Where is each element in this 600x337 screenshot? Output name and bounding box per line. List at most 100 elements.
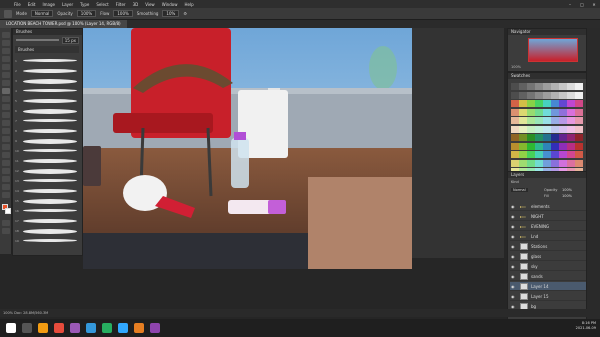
color-swatch[interactable]: [511, 91, 519, 99]
color-swatch[interactable]: [519, 134, 527, 141]
color-swatch[interactable]: [551, 142, 559, 150]
color-swatch[interactable]: [575, 159, 583, 167]
app-icon[interactable]: [70, 323, 80, 333]
color-swatch[interactable]: [519, 159, 527, 167]
gear-icon[interactable]: ⚙: [183, 11, 187, 16]
brush-preset[interactable]: 1: [15, 57, 79, 67]
lasso-tool-icon[interactable]: [2, 48, 10, 54]
eraser-tool-icon[interactable]: [2, 112, 10, 118]
color-swatch[interactable]: [519, 108, 527, 116]
layer-row[interactable]: ◉ Stations: [510, 242, 586, 251]
color-swatch[interactable]: [511, 83, 519, 90]
color-swatch[interactable]: [519, 83, 527, 90]
layer-row[interactable]: ◉ ▸▭ Lnd: [510, 232, 586, 241]
gradient-tool-icon[interactable]: [2, 120, 10, 126]
color-swatch[interactable]: [559, 125, 567, 133]
browser-icon[interactable]: [86, 323, 96, 333]
color-swatch[interactable]: [543, 117, 551, 124]
color-swatch[interactable]: [551, 108, 559, 116]
color-swatch[interactable]: [575, 108, 583, 116]
eyedropper-tool-icon[interactable]: [2, 72, 10, 78]
color-swatch[interactable]: [551, 151, 559, 158]
mode-select[interactable]: Normal: [30, 10, 54, 17]
brush-preset[interactable]: 6: [15, 107, 79, 117]
smoothing-field[interactable]: 10%: [162, 10, 180, 17]
file-explorer-icon[interactable]: [38, 323, 48, 333]
healing-tool-icon[interactable]: [2, 80, 10, 86]
color-swatch[interactable]: [559, 100, 567, 107]
color-swatch[interactable]: [511, 134, 519, 141]
brush-size-field[interactable]: 15 px: [61, 36, 79, 44]
color-swatch[interactable]: [567, 151, 575, 158]
zoom-tool-icon[interactable]: [2, 184, 10, 190]
brush-preset[interactable]: 11: [15, 157, 79, 167]
color-swatch[interactable]: [519, 117, 527, 124]
screen-mode-icon[interactable]: [2, 228, 10, 234]
brush-preset[interactable]: 15: [15, 197, 79, 207]
color-swatch[interactable]: [543, 91, 551, 99]
app-icon[interactable]: [54, 323, 64, 333]
color-swatch[interactable]: [559, 134, 567, 141]
color-swatch[interactable]: [527, 159, 535, 167]
color-swatch[interactable]: [575, 91, 583, 99]
color-swatch[interactable]: [559, 117, 567, 124]
menu-image[interactable]: Image: [42, 2, 55, 7]
color-swatch[interactable]: [535, 142, 543, 150]
color-swatch[interactable]: [551, 83, 559, 90]
close-button[interactable]: ✕: [588, 2, 600, 7]
color-swatch[interactable]: [559, 159, 567, 167]
brush-preset[interactable]: 14: [15, 187, 79, 197]
brush-preset[interactable]: 13: [15, 177, 79, 187]
brush-preset[interactable]: 17: [15, 217, 79, 227]
visibility-eye-icon[interactable]: ◉: [511, 232, 517, 241]
folder-icon[interactable]: ▸▭: [520, 212, 526, 221]
color-swatch[interactable]: [567, 142, 575, 150]
layer-row[interactable]: ◉ ▸▭ elements: [510, 202, 586, 211]
layer-row[interactable]: ◉ Layer 14: [510, 282, 586, 291]
layer-row[interactable]: ◉ ▸▭ EVENING: [510, 222, 586, 231]
color-swatch[interactable]: [543, 142, 551, 150]
layer-row[interactable]: ◉ ▸▭ NIGHT: [510, 212, 586, 221]
crop-tool-icon[interactable]: [2, 64, 10, 70]
blur-tool-icon[interactable]: [2, 128, 10, 134]
color-swatch[interactable]: [527, 100, 535, 107]
brush-preset[interactable]: 5: [15, 97, 79, 107]
color-swatch[interactable]: [535, 151, 543, 158]
pen-tool-icon[interactable]: [2, 144, 10, 150]
layers-fill-field[interactable]: 100%: [562, 194, 572, 198]
visibility-eye-icon[interactable]: ◉: [511, 252, 517, 261]
brush-size-slider[interactable]: [16, 39, 59, 41]
start-button[interactable]: [6, 323, 16, 333]
color-swatch[interactable]: [543, 134, 551, 141]
brush-preset[interactable]: 18: [15, 227, 79, 237]
color-swatch[interactable]: [567, 108, 575, 116]
opacity-field[interactable]: 100%: [76, 10, 97, 17]
menu-select[interactable]: Select: [96, 2, 108, 7]
color-swatch[interactable]: [551, 159, 559, 167]
visibility-eye-icon[interactable]: ◉: [511, 262, 517, 271]
hand-tool-icon[interactable]: [2, 176, 10, 182]
color-swatch[interactable]: [567, 125, 575, 133]
menu-layer[interactable]: Layer: [62, 2, 73, 7]
color-swatch[interactable]: [559, 142, 567, 150]
maximize-button[interactable]: □: [576, 2, 588, 7]
system-tray[interactable]: 8:16 PM 2021-06-09: [576, 321, 596, 331]
navigator-thumbnail[interactable]: [528, 38, 578, 62]
layer-row[interactable]: ◉ Layer 15: [510, 292, 586, 301]
color-swatch[interactable]: [543, 108, 551, 116]
color-swatch[interactable]: [575, 83, 583, 90]
more-tools-icon[interactable]: [2, 192, 10, 198]
color-swatch[interactable]: [543, 151, 551, 158]
menu-window[interactable]: Window: [162, 2, 178, 7]
marquee-tool-icon[interactable]: [2, 40, 10, 46]
color-swatch[interactable]: [567, 83, 575, 90]
color-swatch[interactable]: [551, 91, 559, 99]
color-swatch[interactable]: [535, 100, 543, 107]
color-swatch[interactable]: [511, 125, 519, 133]
brush-tool-icon[interactable]: [4, 9, 12, 18]
visibility-eye-icon[interactable]: ◉: [511, 282, 517, 291]
color-swatch[interactable]: [527, 142, 535, 150]
chrome-icon[interactable]: [102, 323, 112, 333]
layers-kind-filter[interactable]: Kind: [511, 180, 519, 184]
color-swatch[interactable]: [543, 125, 551, 133]
